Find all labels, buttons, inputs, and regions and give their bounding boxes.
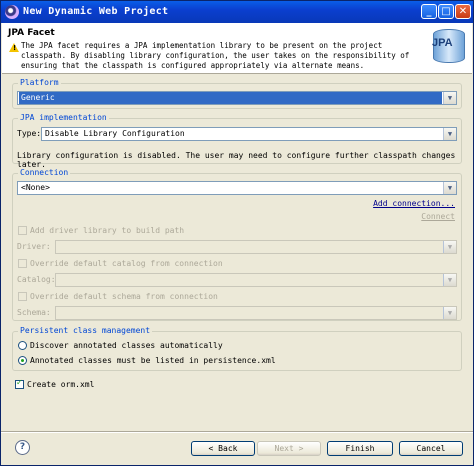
- add-driver-checkbox[interactable]: [18, 226, 27, 235]
- driver-label: Driver:: [17, 242, 51, 251]
- finish-button[interactable]: Finish: [327, 441, 393, 456]
- connection-value: <None>: [21, 183, 50, 192]
- catalog-combo[interactable]: ▼: [55, 273, 457, 287]
- listed-classes-label: Annotated classes must be listed in pers…: [30, 356, 276, 365]
- chevron-down-icon[interactable]: ▼: [443, 307, 456, 319]
- schema-combo[interactable]: ▼: [55, 306, 457, 320]
- override-schema-checkbox[interactable]: [18, 292, 27, 301]
- platform-combo[interactable]: Generic ▼: [17, 91, 457, 105]
- jpa-implementation-group: JPA implementation Type: Disable Library…: [12, 113, 462, 169]
- jpa-implementation-title: JPA implementation: [18, 113, 109, 122]
- add-driver-label: Add driver library to build path: [30, 226, 185, 235]
- title-bar[interactable]: New Dynamic Web Project _ □ ✕: [1, 1, 473, 23]
- dialog-window: New Dynamic Web Project _ □ ✕ JPA Facet …: [0, 0, 474, 466]
- catalog-label: Catalog:: [17, 275, 56, 284]
- chevron-down-icon[interactable]: ▼: [443, 241, 456, 253]
- footer-separator: [1, 431, 473, 433]
- override-catalog-label: Override default catalog from connection: [30, 259, 223, 268]
- type-value: Disable Library Configuration: [45, 129, 185, 138]
- persistent-class-group: Persistent class management Discover ann…: [12, 326, 462, 371]
- page-title: JPA Facet: [8, 28, 55, 38]
- schema-label: Schema:: [17, 308, 51, 317]
- type-label: Type:: [17, 129, 42, 138]
- add-connection-link[interactable]: Add connection...: [373, 199, 455, 208]
- chevron-down-icon[interactable]: ▼: [443, 182, 456, 194]
- connection-group: Connection <None> ▼ Add connection... Co…: [12, 168, 462, 321]
- driver-combo[interactable]: ▼: [55, 240, 457, 254]
- type-combo[interactable]: Disable Library Configuration ▼: [41, 127, 457, 141]
- persistent-class-title: Persistent class management: [18, 326, 153, 335]
- help-icon[interactable]: ?: [15, 440, 30, 455]
- jpa-logo-text: JPA: [432, 37, 453, 49]
- warning-icon: !: [9, 43, 19, 52]
- override-catalog-checkbox[interactable]: [18, 259, 27, 268]
- platform-value: Generic: [19, 92, 442, 104]
- library-config-note: Library configuration is disabled. The u…: [17, 151, 456, 169]
- maximize-button[interactable]: □: [438, 4, 454, 19]
- discover-classes-radio[interactable]: [18, 341, 27, 350]
- create-orm-label: Create orm.xml: [27, 380, 95, 389]
- listed-classes-radio[interactable]: [18, 356, 27, 365]
- connection-group-title: Connection: [18, 168, 71, 177]
- discover-classes-label: Discover annotated classes automatically: [30, 341, 223, 350]
- cancel-button[interactable]: Cancel: [399, 441, 463, 456]
- chevron-down-icon[interactable]: ▼: [443, 128, 456, 140]
- jpa-logo-icon: JPA: [430, 27, 465, 63]
- platform-group: Platform Generic ▼: [12, 78, 462, 109]
- eclipse-icon: [5, 5, 19, 19]
- connection-combo[interactable]: <None> ▼: [17, 181, 457, 195]
- wizard-header: JPA Facet ! The JPA facet requires a JPA…: [2, 23, 472, 74]
- override-schema-label: Override default schema from connection: [30, 292, 218, 301]
- back-button[interactable]: < Back: [191, 441, 255, 456]
- create-orm-checkbox[interactable]: [15, 378, 24, 389]
- chevron-down-icon[interactable]: ▼: [443, 92, 456, 104]
- connect-link[interactable]: Connect: [421, 212, 455, 221]
- next-button[interactable]: Next >: [257, 441, 321, 456]
- chevron-down-icon[interactable]: ▼: [443, 274, 456, 286]
- window-title: New Dynamic Web Project: [23, 6, 169, 17]
- close-button[interactable]: ✕: [455, 4, 471, 19]
- minimize-button[interactable]: _: [421, 4, 437, 19]
- platform-group-title: Platform: [18, 78, 61, 87]
- header-message: The JPA facet requires a JPA implementat…: [21, 41, 410, 70]
